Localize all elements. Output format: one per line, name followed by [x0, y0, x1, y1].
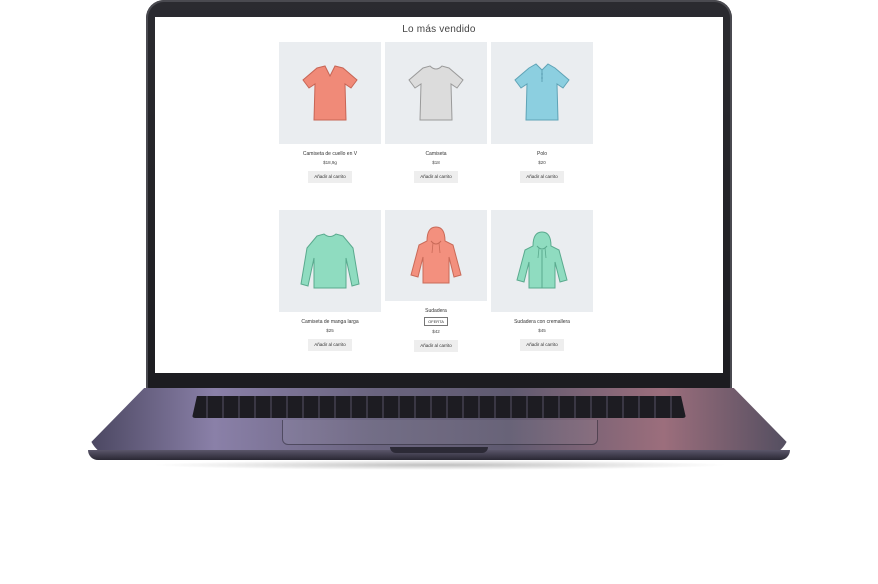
product-card: Camiseta de manga larga $25 Añadir al ca… — [279, 210, 381, 352]
add-to-cart-button[interactable]: Añadir al carrito — [520, 171, 564, 183]
product-image[interactable] — [385, 210, 487, 301]
laptop-notch — [390, 447, 488, 453]
product-price: $25 — [326, 328, 334, 333]
product-name[interactable]: Polo — [537, 151, 547, 157]
laptop-trackpad — [282, 420, 598, 445]
hoodie-icon — [410, 225, 462, 283]
product-grid: Camiseta de cuello en V $18,9g Añadir al… — [279, 42, 594, 352]
product-card: Sudadera con cremallera $45 Añadir al ca… — [491, 210, 593, 352]
laptop-keyboard — [192, 396, 686, 418]
product-image[interactable] — [279, 210, 381, 312]
laptop-shadow — [150, 460, 730, 470]
product-card: Polo $20 Añadir al carrito — [491, 42, 593, 184]
product-card: Camiseta $18 Añadir al carrito — [385, 42, 487, 184]
add-to-cart-button[interactable]: Añadir al carrito — [414, 171, 458, 183]
tshirt-icon — [408, 65, 464, 121]
product-card: Sudadera OFERTA $42 Añadir al carrito — [385, 210, 487, 352]
product-image[interactable] — [279, 42, 381, 144]
laptop-frame: Lo más vendido Camiseta de cuello en V $… — [0, 0, 878, 584]
zip-hoodie-icon — [516, 231, 568, 289]
product-price: $18,9g — [323, 160, 337, 165]
product-price: $45 — [538, 328, 546, 333]
product-price: $42 — [432, 329, 440, 334]
product-image[interactable] — [385, 42, 487, 144]
add-to-cart-button[interactable]: Añadir al carrito — [414, 340, 458, 352]
vneck-tshirt-icon — [302, 65, 358, 121]
product-name[interactable]: Sudadera — [425, 308, 447, 314]
product-name[interactable]: Sudadera con cremallera — [514, 319, 570, 325]
page-title: Lo más vendido — [402, 24, 476, 35]
add-to-cart-button[interactable]: Añadir al carrito — [308, 171, 352, 183]
product-card: Camiseta de cuello en V $18,9g Añadir al… — [279, 42, 381, 184]
product-price: $18 — [432, 160, 440, 165]
product-name[interactable]: Camiseta de manga larga — [301, 319, 358, 325]
product-image[interactable] — [491, 42, 593, 144]
add-to-cart-button[interactable]: Añadir al carrito — [520, 339, 564, 351]
sale-badge: OFERTA — [424, 317, 448, 326]
product-name[interactable]: Camiseta de cuello en V — [303, 151, 357, 157]
laptop-screen: Lo más vendido Camiseta de cuello en V $… — [155, 17, 723, 373]
polo-shirt-icon — [514, 63, 570, 121]
product-price: $20 — [538, 160, 546, 165]
product-image[interactable] — [491, 210, 593, 312]
add-to-cart-button[interactable]: Añadir al carrito — [308, 339, 352, 351]
product-name[interactable]: Camiseta — [425, 151, 446, 157]
long-sleeve-shirt-icon — [300, 233, 360, 289]
